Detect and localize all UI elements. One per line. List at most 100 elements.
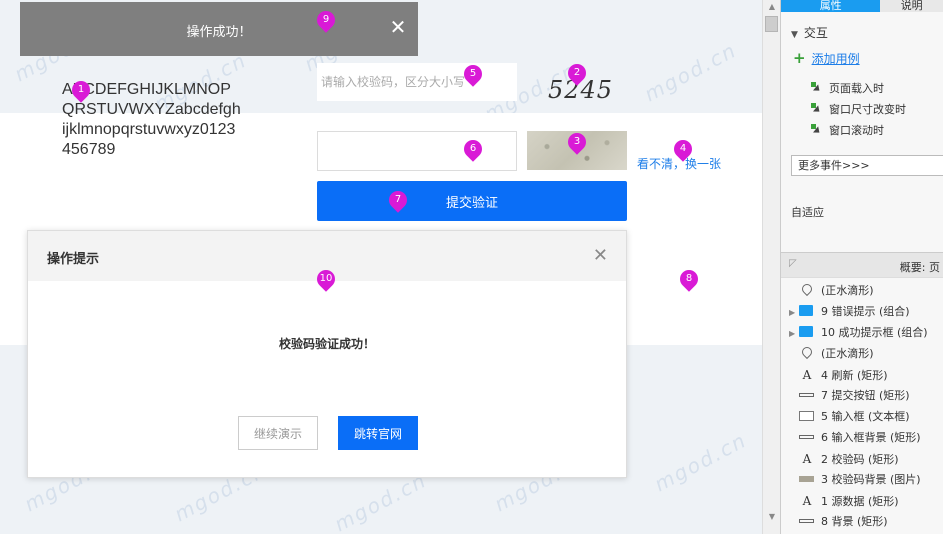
input-background[interactable] bbox=[317, 131, 517, 171]
plus-icon: + bbox=[793, 49, 806, 67]
event-window-scroll[interactable]: 窗口滚动时 bbox=[811, 122, 884, 138]
tab-notes[interactable]: 说明 bbox=[880, 0, 943, 12]
outline-item[interactable]: (正水滴形) bbox=[789, 344, 874, 364]
continue-demo-button[interactable]: 继续演示 bbox=[238, 416, 318, 450]
marker-label: 9 bbox=[322, 14, 330, 25]
official-site-button[interactable]: 跳转官网 bbox=[338, 416, 418, 450]
watermark-text: mgod.cn bbox=[640, 37, 741, 107]
marker-label: 3 bbox=[573, 136, 581, 147]
collapse-icon[interactable]: ◸ bbox=[789, 258, 797, 269]
marker-label: 8 bbox=[685, 273, 693, 284]
add-case-link[interactable]: + 添加用例 bbox=[793, 49, 860, 67]
outline-item-label: 6 输入框背景 (矩形) bbox=[821, 431, 921, 444]
rectangle-icon bbox=[799, 435, 814, 439]
outline-item[interactable]: 7 提交按钮 (矩形) bbox=[789, 386, 910, 406]
text-icon: A bbox=[802, 494, 812, 508]
marker-6: 6 bbox=[460, 136, 486, 162]
marker-label: 5 bbox=[469, 68, 477, 79]
event-icon bbox=[811, 103, 823, 115]
watermark-text: mgod.cn bbox=[650, 427, 751, 497]
marker-3: 3 bbox=[564, 129, 590, 155]
outline-item-label: 5 输入框 (文本框) bbox=[821, 410, 910, 423]
outline-item[interactable]: A 2 校验码 (矩形) bbox=[789, 449, 899, 469]
more-events-select[interactable]: 更多事件>>> bbox=[791, 155, 943, 176]
pin-icon bbox=[799, 344, 815, 360]
event-label: 窗口尺寸改变时 bbox=[829, 103, 906, 116]
outline-item[interactable]: A 1 源数据 (矩形) bbox=[789, 491, 899, 511]
marker-1: 1 bbox=[68, 77, 94, 103]
marker-4: 4 bbox=[670, 136, 696, 162]
design-canvas: mgod.cn mgod.cn mgod.cn mgod.cn mgod.cn mgod.… bbox=[0, 0, 762, 534]
event-icon bbox=[811, 82, 823, 94]
toast-close-icon[interactable]: ✕ bbox=[388, 15, 408, 39]
outline-item-label: 9 错误提示 (组合) bbox=[821, 305, 910, 318]
marker-label: 6 bbox=[469, 143, 477, 154]
success-dialog: 操作提示 ✕ 校验码验证成功！ 继续演示 跳转官网 bbox=[27, 230, 627, 478]
marker-5: 5 bbox=[460, 61, 486, 87]
outline-item-label: 2 校验码 (矩形) bbox=[821, 453, 899, 466]
event-icon bbox=[811, 124, 823, 136]
marker-label: 2 bbox=[573, 67, 581, 78]
marker-label: 4 bbox=[679, 143, 687, 154]
chevron-down-icon: ▼ bbox=[791, 30, 798, 40]
success-toast: 操作成功！ ✕ bbox=[20, 2, 418, 56]
outline-item[interactable]: ▶ 10 成功提示框 (组合) bbox=[789, 323, 928, 343]
marker-label: 1 bbox=[77, 84, 85, 95]
scrollbar-thumb[interactable] bbox=[765, 16, 778, 32]
text-icon: A bbox=[802, 368, 812, 382]
scroll-down-icon[interactable]: ▼ bbox=[763, 510, 781, 524]
outline-item-label: 3 校验码背景 (图片) bbox=[821, 473, 921, 486]
marker-7: 7 bbox=[385, 187, 411, 213]
folder-icon bbox=[799, 305, 813, 316]
outline-item[interactable]: (正水滴形) bbox=[789, 281, 874, 301]
event-label: 页面载入时 bbox=[829, 82, 884, 95]
vertical-scrollbar[interactable]: ▲ ▼ bbox=[762, 0, 780, 534]
scroll-up-icon[interactable]: ▲ bbox=[763, 0, 781, 14]
folder-icon bbox=[799, 326, 813, 337]
outline-item-label: 8 背景 (矩形) bbox=[821, 515, 888, 528]
toast-message: 操作成功！ bbox=[186, 25, 252, 40]
rectangle-icon bbox=[799, 393, 814, 397]
image-icon bbox=[799, 476, 814, 482]
dialog-title: 操作提示 bbox=[47, 252, 100, 267]
outline-item[interactable]: 3 校验码背景 (图片) bbox=[789, 470, 921, 490]
outline-item[interactable]: 6 输入框背景 (矩形) bbox=[789, 428, 921, 448]
outline-item-label: 1 源数据 (矩形) bbox=[821, 495, 899, 508]
marker-label: 10 bbox=[319, 273, 333, 284]
event-window-resize[interactable]: 窗口尺寸改变时 bbox=[811, 101, 906, 117]
event-label: 窗口滚动时 bbox=[829, 124, 884, 137]
marker-10: 10 bbox=[313, 266, 339, 292]
dialog-close-icon[interactable]: ✕ bbox=[593, 245, 608, 266]
expand-arrow-icon[interactable]: ▶ bbox=[789, 303, 799, 323]
event-page-load[interactable]: 页面载入时 bbox=[811, 80, 884, 96]
interaction-section-title[interactable]: ▼ 交互 bbox=[791, 24, 828, 41]
code-input[interactable] bbox=[317, 63, 517, 101]
marker-2: 2 bbox=[564, 60, 590, 86]
outline-item-label: 4 刷新 (矩形) bbox=[821, 369, 888, 382]
interaction-label: 交互 bbox=[803, 26, 828, 40]
add-case-label: 添加用例 bbox=[811, 52, 860, 66]
outline-item-label: 10 成功提示框 (组合) bbox=[821, 326, 928, 339]
text-icon: A bbox=[802, 452, 812, 466]
outline-item-label: (正水滴形) bbox=[821, 284, 874, 297]
marker-label: 7 bbox=[394, 194, 402, 205]
pin-icon bbox=[799, 281, 815, 297]
outline-item[interactable]: 8 背景 (矩形) bbox=[789, 512, 888, 532]
outline-header: ◸ 概要: 页 bbox=[781, 252, 943, 278]
expand-arrow-icon[interactable]: ▶ bbox=[789, 324, 799, 344]
submit-button[interactable]: 提交验证 bbox=[317, 181, 627, 221]
dialog-message: 校验码验证成功！ bbox=[278, 337, 375, 351]
rectangle-icon bbox=[799, 519, 814, 523]
outline-item[interactable]: 5 输入框 (文本框) bbox=[789, 407, 910, 427]
marker-8: 8 bbox=[676, 266, 702, 292]
right-panel: 属性 说明 ▼ 交互 + 添加用例 页面载入时 窗口尺寸改变时 窗口滚动时 更多事件… bbox=[780, 0, 943, 534]
panel-tabs: 属性 说明 bbox=[781, 0, 943, 12]
outline-title: 概要: 页 bbox=[899, 261, 940, 274]
outline-item[interactable]: A 4 刷新 (矩形) bbox=[789, 365, 888, 385]
tab-properties[interactable]: 属性 bbox=[781, 0, 881, 12]
outline-item-label: (正水滴形) bbox=[821, 347, 874, 360]
textbox-icon bbox=[799, 411, 814, 421]
marker-9: 9 bbox=[313, 7, 339, 33]
outline-item[interactable]: ▶ 9 错误提示 (组合) bbox=[789, 302, 910, 322]
outline-item-label: 7 提交按钮 (矩形) bbox=[821, 389, 910, 402]
